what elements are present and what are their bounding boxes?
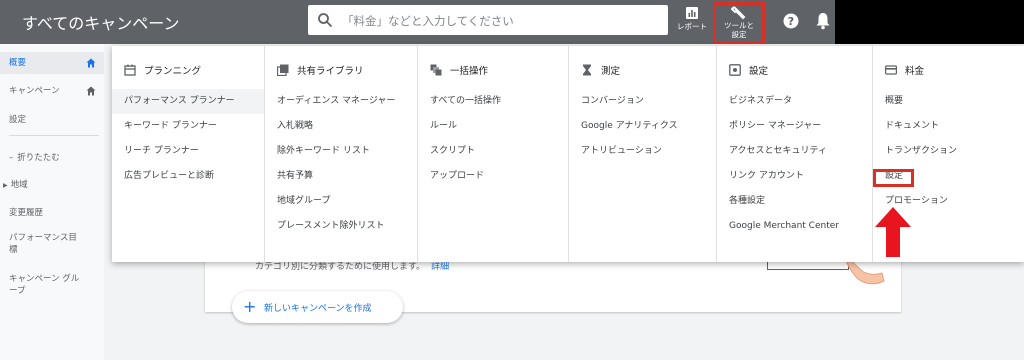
menu-item-linked-accounts[interactable]: リンク アカウント	[717, 164, 872, 189]
page-title: すべてのキャンペーン	[22, 14, 180, 33]
menu-item-scripts[interactable]: スクリプト	[418, 139, 568, 164]
column-heading-label: 共有ライブラリ	[297, 66, 364, 77]
tools-settings-button[interactable]: ツールと 設定	[713, 2, 765, 44]
calendar-icon	[124, 64, 136, 76]
column-heading: 測定	[581, 63, 620, 77]
column-heading: 一括操作	[430, 63, 488, 77]
nav-item-label: パフォーマンス目	[9, 233, 77, 243]
menu-item-conversions[interactable]: コンバージョン	[569, 89, 716, 114]
menu-item-location-groups[interactable]: 地域グループ	[265, 189, 417, 214]
menu-item-rules[interactable]: ルール	[418, 114, 568, 139]
column-heading: 共有ライブラリ	[277, 63, 364, 77]
details-link[interactable]: 詳細	[431, 262, 449, 272]
menu-item-uploads[interactable]: アップロード	[418, 164, 568, 189]
column-heading-label: プランニング	[144, 66, 202, 77]
menu-item-policy-manager[interactable]: ポリシー マネージャー	[717, 114, 872, 139]
menu-item-keyword-planner[interactable]: キーワード プランナー	[112, 114, 264, 139]
column-heading: 料金	[885, 63, 924, 77]
menu-column-bulk-actions: 一括操作 すべての一括操作 ルール スクリプト アップロード	[417, 46, 568, 262]
bar-chart-icon	[686, 7, 698, 19]
home-icon	[86, 58, 96, 68]
menu-item-ad-preview[interactable]: 広告プレビューと診断	[112, 164, 264, 189]
nav-item-label: 地域	[10, 180, 28, 190]
up-arrow-annotation	[875, 207, 911, 257]
nav-item-locations[interactable]: ▶ 地域	[0, 174, 104, 196]
menu-item-audience-manager[interactable]: オーディエンス マネージャー	[265, 89, 417, 114]
menu-column-setup: 設定 ビジネスデータ ポリシー マネージャー アクセスとセキュリティ リンク ア…	[716, 46, 872, 262]
nav-item-label: 標	[9, 245, 18, 255]
redacted-account-area	[835, 0, 1024, 44]
left-nav: 概要 キャンペーン 設定 – 折りたたむ ▶ 地域 変更履歴 パフォーマンス目 標 …	[0, 44, 104, 360]
menu-item-placement-exclusion[interactable]: プレースメント除外リスト	[265, 214, 417, 239]
menu-item-reach-planner[interactable]: リーチ プランナー	[112, 139, 264, 164]
menu-item-bid-strategies[interactable]: 入札戦略	[265, 114, 417, 139]
nav-item-collapse[interactable]: – 折りたたむ	[0, 147, 104, 169]
new-campaign-label: 新しいキャンペーンを作成	[264, 304, 372, 314]
search-icon	[318, 13, 333, 28]
menu-item-transactions[interactable]: トランザクション	[873, 139, 1024, 164]
nav-item-label: 概要	[9, 58, 27, 68]
highlight-box-billing-settings	[873, 169, 914, 187]
plus-icon: +	[243, 297, 257, 316]
menu-item-google-analytics[interactable]: Google アナリティクス	[569, 114, 716, 139]
report-button[interactable]: レポート	[676, 6, 708, 31]
menu-item-negative-keyword-lists[interactable]: 除外キーワード リスト	[265, 139, 417, 164]
nav-divider	[9, 135, 99, 136]
top-bar: すべてのキャンペーン 「料金」などと入力してください レポート ツールと 設定 …	[0, 0, 1024, 44]
report-label: レポート	[677, 22, 707, 31]
column-heading: 設定	[729, 63, 768, 77]
column-heading: プランニング	[124, 63, 201, 77]
tools-label-1: ツールと	[724, 21, 754, 30]
nav-item-label: ープ	[9, 286, 26, 296]
column-heading-label: 料金	[905, 66, 925, 77]
menu-item-billing-summary[interactable]: 概要	[873, 89, 1024, 114]
column-heading-label: 一括操作	[450, 66, 489, 77]
tools-label-2: 設定	[731, 30, 747, 39]
search-placeholder: 「料金」などと入力してください	[342, 14, 514, 28]
search-input[interactable]: 「料金」などと入力してください	[308, 5, 668, 35]
new-campaign-button[interactable]: + 新しいキャンペーンを作成	[232, 291, 403, 323]
menu-column-planning: プランニング パフォーマンス プランナー キーワード プランナー リーチ プラン…	[112, 46, 264, 262]
menu-item-merchant-center[interactable]: Google Merchant Center	[717, 214, 872, 239]
menu-column-shared-library: 共有ライブラリ オーディエンス マネージャー 入札戦略 除外キーワード リスト …	[264, 46, 417, 262]
menu-item-business-data[interactable]: ビジネスデータ	[717, 89, 872, 114]
menu-item-performance-planner[interactable]: パフォーマンス プランナー	[112, 89, 264, 114]
nav-item-campaign-groups[interactable]: キャンペーン グル ープ	[0, 273, 104, 297]
home-icon	[86, 86, 96, 96]
credit-card-icon	[885, 65, 897, 75]
bulk-icon	[430, 64, 442, 76]
nav-item-overview[interactable]: 概要	[0, 52, 104, 74]
menu-item-shared-budgets[interactable]: 共有予算	[265, 164, 417, 189]
minus-icon: –	[9, 153, 14, 163]
nav-item-label: 折りたたむ	[17, 153, 60, 163]
menu-item-attribution[interactable]: アトリビューション	[569, 139, 716, 164]
library-icon	[277, 64, 289, 76]
nav-item-performance-goals[interactable]: パフォーマンス目 標	[0, 232, 104, 256]
settings-box-icon	[729, 64, 741, 76]
menu-item-documents[interactable]: ドキュメント	[873, 114, 1024, 139]
nav-item-label: キャンペーン	[9, 86, 60, 96]
wrench-icon	[731, 6, 746, 20]
nav-item-campaigns[interactable]: キャンペーン	[0, 80, 104, 102]
column-heading-label: 設定	[749, 66, 769, 77]
card-text: カテゴリ別に分類するために使用します。	[255, 262, 426, 272]
nav-item-settings[interactable]: 設定	[0, 109, 104, 131]
hourglass-icon	[583, 64, 591, 76]
nav-item-label: キャンペーン グル	[9, 274, 80, 284]
help-icon[interactable]: ?	[783, 13, 799, 29]
expand-arrow-icon: ▶	[3, 182, 8, 189]
nav-item-change-history[interactable]: 変更履歴	[0, 202, 104, 224]
column-heading-label: 測定	[601, 66, 621, 77]
menu-item-access-security[interactable]: アクセスとセキュリティ	[717, 139, 872, 164]
notification-bell-icon[interactable]	[815, 12, 831, 30]
menu-column-measurement: 測定 コンバージョン Google アナリティクス アトリビューション	[568, 46, 716, 262]
svg-text:?: ?	[788, 15, 794, 28]
menu-item-preferences[interactable]: 各種設定	[717, 189, 872, 214]
menu-item-all-bulk-actions[interactable]: すべての一括操作	[418, 89, 568, 114]
